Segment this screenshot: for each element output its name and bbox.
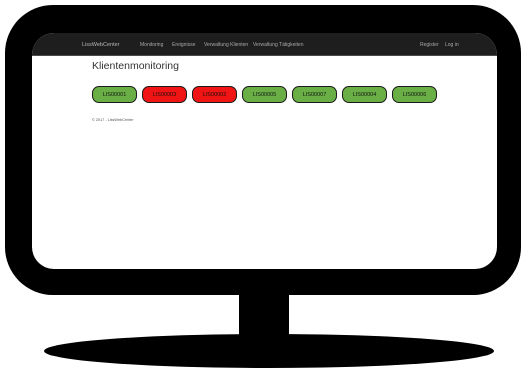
nav-item-verwaltung-klienten[interactable]: Verwaltung Klienten xyxy=(204,33,248,55)
client-button-lis00001[interactable]: LIS00001 xyxy=(92,86,137,103)
client-button-lis00005[interactable]: LIS00005 xyxy=(242,86,287,103)
monitor-screen: LissWebCenter Monitoring Ereignisse Verw… xyxy=(32,33,497,269)
monitor-stand-neck xyxy=(239,294,289,339)
login-link[interactable]: Log in xyxy=(445,33,459,55)
footer-copyright: © 2017 - LissWebCenter xyxy=(92,118,134,122)
monitor-stand-base xyxy=(44,334,494,368)
nav-item-ereignisse[interactable]: Ereignisse xyxy=(172,33,195,55)
top-navbar: LissWebCenter Monitoring Ereignisse Verw… xyxy=(32,33,497,56)
nav-item-verwaltung-taetigkeiten[interactable]: Verwaltung Tätigkeiten xyxy=(253,33,304,55)
client-button-lis00003[interactable]: LIS00003 xyxy=(142,86,187,103)
page-title: Klientenmonitoring xyxy=(92,60,179,72)
client-button-lis00002[interactable]: LIS00002 xyxy=(192,86,237,103)
brand-link[interactable]: LissWebCenter xyxy=(82,33,120,55)
client-button-lis00004[interactable]: LIS00004 xyxy=(342,86,387,103)
client-button-lis00007[interactable]: LIS00007 xyxy=(292,86,337,103)
client-button-lis00006[interactable]: LIS00006 xyxy=(392,86,437,103)
register-link[interactable]: Register xyxy=(420,33,439,55)
nav-item-monitoring[interactable]: Monitoring xyxy=(140,33,163,55)
monitor-frame: LissWebCenter Monitoring Ereignisse Verw… xyxy=(5,5,521,295)
